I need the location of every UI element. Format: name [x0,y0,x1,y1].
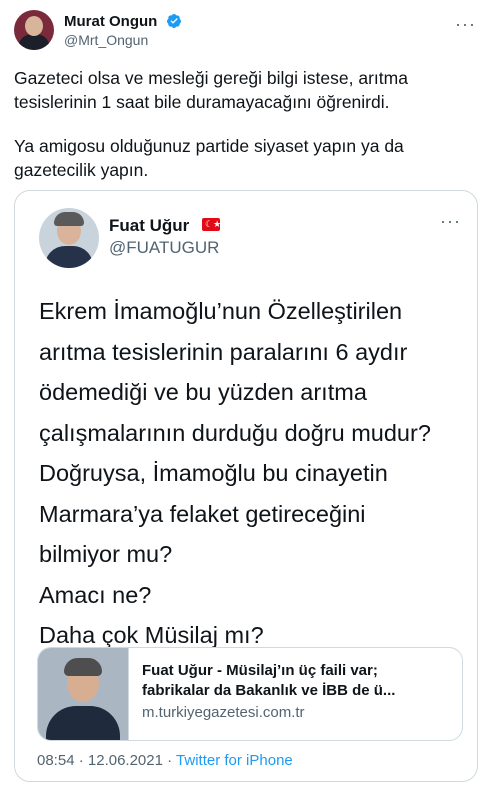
quoted-tweet-text: Ekrem İmamoğlu’nun Özelleştirilen arıtma… [39,291,469,656]
tweet-time[interactable]: 08:54 [37,752,75,769]
quoted-text-line: arıtma tesislerinin paralarını 6 aydır [39,338,408,365]
link-preview-card[interactable]: Fuat Uğur - Müsilaj’ın üç faili var; fab… [37,647,463,741]
link-domain: m.turkiyegazetesi.com.tr [142,704,305,721]
link-title: Fuat Uğur - Müsilaj’ın üç faili var; fab… [142,661,454,701]
tweet-source-link[interactable]: Twitter for iPhone [176,752,293,769]
link-title-line: fabrikalar da Bakanlık ve İBB de ü... [142,682,396,699]
quoted-author-name[interactable]: Fuat Uğur [109,216,189,236]
avatar-suit [45,246,93,268]
author-handle[interactable]: @Mrt_Ongun [64,32,148,48]
tweet-date[interactable]: 12.06.2021 [88,752,163,769]
thumbnail-suit [46,706,120,740]
link-title-line: Fuat Uğur - Müsilaj’ın üç faili var; [142,662,378,679]
quoted-text-line: bilmiyor mu? [39,541,173,567]
quoted-author-avatar[interactable] [39,208,99,268]
author-avatar[interactable] [14,10,54,50]
avatar-face [25,16,43,36]
quoted-text-line: Doğruysa, İmamoğlu bu cinayetin [39,460,388,486]
verified-badge-icon [166,14,181,28]
quoted-more-options-icon[interactable]: ··· [440,211,461,232]
quoted-text-line: çalışmalarının durduğu doğru mudur? [39,419,431,446]
quoted-text-line: Amacı ne? [39,581,152,608]
more-options-icon[interactable]: ··· [455,14,476,35]
thumbnail-hair [64,658,102,676]
author-name[interactable]: Murat Ongun [64,13,157,30]
turkey-flag-icon: ☾★ [202,218,221,231]
avatar-suit [18,34,50,50]
tweet-header: Murat Ongun @Mrt_Ongun ··· [0,0,490,60]
tweet-paragraph: Ya amigosu olduğunuz partide siyaset yap… [14,136,404,180]
meta-separator: · [167,752,173,769]
link-thumbnail [38,648,129,740]
tweet-text: Gazeteci olsa ve mesleği gereği bilgi is… [14,66,476,182]
tweet-paragraph: Gazeteci olsa ve mesleği gereği bilgi is… [14,68,408,112]
quoted-tweet-card[interactable]: Fuat Uğur ☾★ @FUATUGUR ··· Ekrem İmamoğl… [14,190,478,782]
meta-separator: · [78,752,84,769]
avatar-hair [54,212,84,226]
quoted-author-handle[interactable]: @FUATUGUR [109,238,219,258]
quoted-text-line: Marmara’ya felaket getireceğini [39,500,366,527]
quoted-text-line: Ekrem İmamoğlu’nun Özelleştirilen [39,298,403,324]
quoted-text-line: ödemediği ve bu yüzden arıtma [39,379,367,405]
tweet-timestamp: 08:54 · 12.06.2021 · Twitter for iPhone [37,752,293,769]
